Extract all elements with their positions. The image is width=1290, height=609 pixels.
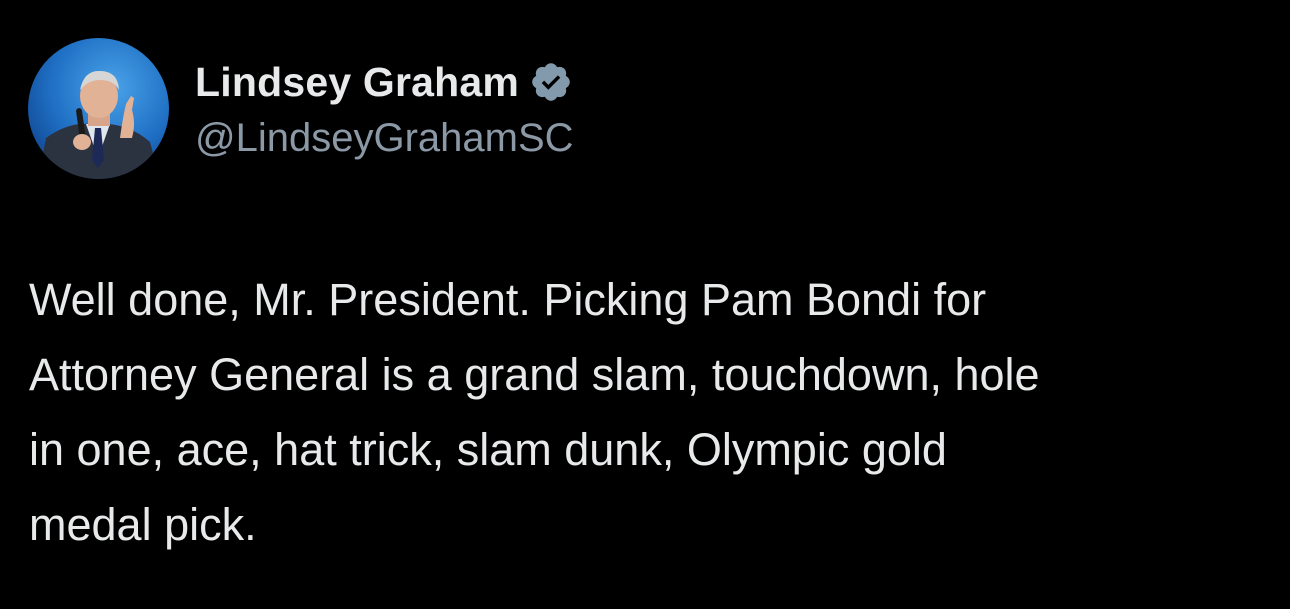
author-handle[interactable]: @LindseyGrahamSC bbox=[195, 116, 574, 161]
tweet-card: Lindsey Graham @LindseyGrahamSC Well don… bbox=[0, 0, 1290, 609]
author-display-name[interactable]: Lindsey Graham bbox=[195, 59, 519, 106]
avatar[interactable] bbox=[28, 38, 169, 179]
author-name-row: Lindsey Graham bbox=[195, 56, 573, 108]
tweet-text: Well done, Mr. President. Picking Pam Bo… bbox=[29, 274, 1040, 550]
profile-photo bbox=[28, 38, 169, 179]
verified-badge-icon[interactable] bbox=[529, 60, 573, 104]
